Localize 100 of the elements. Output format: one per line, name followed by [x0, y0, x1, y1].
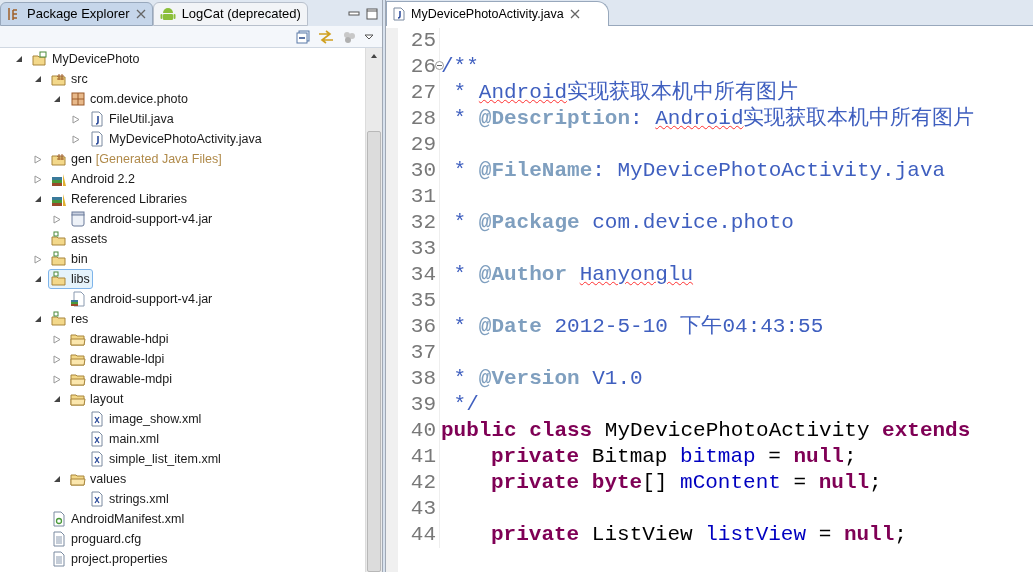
folder-icon	[70, 391, 86, 407]
tree-item[interactable]: strings.xml	[86, 488, 172, 510]
package-icon	[70, 91, 86, 107]
tree-item[interactable]: libs	[48, 268, 93, 290]
line-number: 42	[410, 470, 436, 497]
view-menu-icon[interactable]	[364, 33, 374, 40]
folder-icon	[51, 271, 67, 287]
source-folder-icon	[51, 151, 67, 167]
tree-item[interactable]: Referenced Libraries	[48, 188, 191, 210]
line-number: 31	[410, 184, 436, 211]
line-number: 44	[410, 522, 436, 549]
close-icon[interactable]	[135, 9, 146, 19]
tree-item[interactable]: FileUtil.java	[86, 108, 177, 130]
tree-item[interactable]: project.properties	[48, 548, 171, 570]
tree-item[interactable]: drawable-ldpi	[67, 348, 168, 370]
tree-item[interactable]: bin	[48, 248, 91, 270]
code-line: * @Description: Android实现获取本机中所有图片	[452, 105, 975, 133]
link-arrows-icon[interactable]	[318, 29, 334, 44]
tree-item[interactable]: main.xml	[86, 428, 162, 450]
line-number: 39	[410, 392, 436, 419]
line-number: 29	[410, 132, 436, 159]
minimize-icon[interactable]	[348, 9, 360, 19]
expanded-arrow-icon[interactable]	[53, 475, 61, 483]
tree-item[interactable]: values	[67, 468, 130, 490]
tree-item[interactable]: MyDevicePhoto	[29, 48, 143, 70]
expanded-arrow-icon[interactable]	[34, 275, 42, 283]
folder-icon	[70, 331, 86, 347]
line-number: 40	[410, 418, 436, 445]
code-line: private byte[] mContent = null;	[490, 470, 882, 497]
collapse-marker-icon[interactable]	[435, 61, 444, 70]
scrollbar-thumb[interactable]	[367, 131, 381, 572]
tree-item[interactable]: AndroidManifest.xml	[48, 508, 188, 530]
scroll-up-icon[interactable]	[370, 53, 378, 59]
tree-item[interactable]: com.device.photo	[67, 88, 191, 110]
folder-icon	[51, 231, 67, 247]
collapse-all-icon[interactable]	[296, 29, 310, 44]
code-line: * @Package com.device.photo	[452, 210, 794, 237]
expanded-arrow-icon[interactable]	[15, 55, 23, 63]
panel-tab[interactable]: Package Explorer	[0, 2, 153, 26]
text-file-icon	[51, 531, 67, 547]
code-line: */	[452, 392, 479, 419]
code-line: * @Version V1.0	[452, 366, 643, 393]
tree-item[interactable]: MyDevicePhotoActivity.java	[86, 128, 265, 150]
code-line: public class MyDevicePhotoActivity extends	[440, 418, 971, 445]
xml-file-icon	[89, 451, 105, 467]
line-number: 32	[410, 210, 436, 237]
expanded-arrow-icon[interactable]	[34, 75, 42, 83]
tree-item[interactable]: layout	[67, 388, 127, 410]
source-folder-icon	[51, 71, 67, 87]
jar-icon	[70, 211, 86, 227]
xml-file-icon	[89, 411, 105, 427]
folder-icon	[51, 251, 67, 267]
line-number: 30	[410, 158, 436, 185]
panel-tab[interactable]: LogCat (deprecated)	[152, 2, 308, 26]
tree-item[interactable]: drawable-mdpi	[67, 368, 175, 390]
folder-icon	[70, 371, 86, 387]
tree-item[interactable]: src	[48, 68, 91, 90]
line-number: 25	[410, 28, 436, 55]
expanded-arrow-icon[interactable]	[34, 315, 42, 323]
xml-file-icon	[89, 431, 105, 447]
java-file-icon	[89, 131, 105, 147]
tree-item[interactable]: Android 2.2	[48, 168, 138, 190]
expanded-arrow-icon[interactable]	[53, 95, 61, 103]
folder-icon	[70, 351, 86, 367]
line-number: 35	[410, 288, 436, 315]
java-file-icon	[89, 111, 105, 127]
scrollbar[interactable]	[365, 48, 382, 572]
code-line: * @FileName: MyDevicePhotoActivity.java	[452, 158, 946, 185]
tree-item[interactable]: android-support-v4.jar	[67, 208, 216, 230]
close-icon[interactable]	[569, 9, 580, 19]
line-number: 26	[410, 54, 436, 81]
text-file-icon	[51, 551, 67, 567]
expanded-arrow-icon[interactable]	[53, 395, 61, 403]
code-line: /**	[440, 54, 479, 81]
collapsed-arrow-icon[interactable]	[53, 214, 61, 224]
collapsed-arrow-icon[interactable]	[34, 254, 42, 264]
code-line: * @Author Hanyonglu	[452, 262, 694, 289]
maximize-icon[interactable]	[366, 8, 378, 20]
code-line: * @Date 2012-5-10 下午04:43:55	[452, 314, 824, 341]
jar-file-icon	[70, 291, 86, 307]
tree-item[interactable]: android-support-v4.jar	[67, 288, 216, 310]
tree-item[interactable]: simple_list_item.xml	[86, 448, 224, 470]
line-number: 36	[410, 314, 436, 341]
project-folder-icon	[32, 51, 48, 67]
tree-item[interactable]: assets	[48, 228, 111, 250]
line-number: 34	[410, 262, 436, 289]
tree-item[interactable]: image_show.xml	[86, 408, 205, 430]
code-line: * Android实现获取本机中所有图片	[452, 79, 799, 106]
tree-item[interactable]: gen [Generated Java Files]	[48, 148, 225, 170]
tree-item[interactable]: proguard.cfg	[48, 528, 145, 550]
code-line: private Bitmap bitmap = null;	[490, 444, 857, 471]
editor-tab[interactable]: MyDevicePhotoActivity.java	[386, 1, 609, 26]
tree-item[interactable]: res	[48, 308, 92, 330]
folder-icon	[51, 311, 67, 327]
manifest-file-icon	[51, 511, 67, 527]
tree-item[interactable]: drawable-hdpi	[67, 328, 172, 350]
expanded-arrow-icon[interactable]	[34, 195, 42, 203]
xml-file-icon	[89, 491, 105, 507]
line-number: 37	[410, 340, 436, 367]
code-line: private ListView listView = null;	[490, 522, 907, 549]
